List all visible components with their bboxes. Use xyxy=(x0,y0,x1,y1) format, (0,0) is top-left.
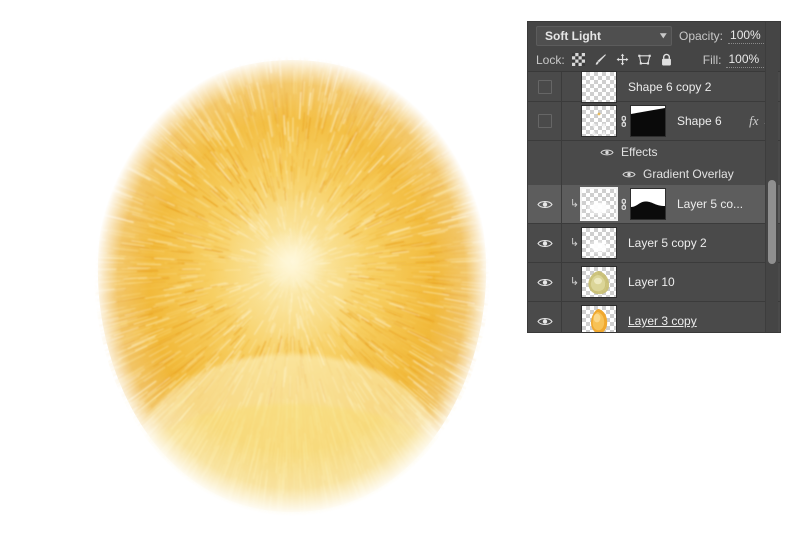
layer-body[interactable]: Shape 6 fx ▾ xyxy=(562,102,780,140)
layer-thumbnail[interactable] xyxy=(581,305,617,332)
layer-body[interactable]: ↳ Layer 5 copy 2 xyxy=(562,224,780,262)
layer-visibility-cell[interactable] xyxy=(528,263,562,301)
lock-icon-group xyxy=(572,53,673,66)
opacity-label: Opacity: xyxy=(679,29,723,43)
table-row[interactable]: Shape 6 copy 2 xyxy=(528,72,780,102)
effect-row-gradient-overlay[interactable]: Gradient Overlay xyxy=(528,163,780,185)
layer-name[interactable]: Layer 3 copy xyxy=(628,314,697,328)
effect-visibility-cell[interactable] xyxy=(528,163,562,185)
lock-all-icon[interactable] xyxy=(660,53,673,66)
layer-body[interactable]: Shape 6 copy 2 xyxy=(562,72,780,101)
clipping-mask-arrow-icon: ↳ xyxy=(568,277,581,288)
effects-group-row[interactable]: Effects xyxy=(528,141,780,163)
layer-visibility-cell[interactable] xyxy=(528,72,562,101)
lock-label: Lock: xyxy=(536,53,565,67)
table-row[interactable]: ↳ xyxy=(528,185,780,224)
layer-thumbnail[interactable] xyxy=(581,71,617,103)
lock-position-icon[interactable] xyxy=(616,53,629,66)
layer-visibility-cell[interactable] xyxy=(528,185,562,223)
eye-icon[interactable] xyxy=(600,148,614,157)
fill-label: Fill: xyxy=(703,53,722,67)
blend-mode-row: Soft Light ▾ Opacity: 100% ▾ xyxy=(528,22,780,48)
layer-name[interactable]: Shape 6 xyxy=(677,114,722,128)
layer-mask-thumbnail[interactable] xyxy=(630,105,666,137)
layer-visibility-cell[interactable] xyxy=(528,224,562,262)
layer-name[interactable]: Shape 6 copy 2 xyxy=(628,80,711,94)
eye-icon-off[interactable] xyxy=(538,114,552,128)
clipping-mask-arrow-icon: ↳ xyxy=(568,199,581,210)
layer-visibility-cell[interactable] xyxy=(528,302,562,332)
eye-icon[interactable] xyxy=(537,199,553,210)
effects-visibility-cell[interactable] xyxy=(528,141,562,163)
eye-icon[interactable] xyxy=(537,316,553,327)
lock-row: Lock: xyxy=(528,48,780,72)
furry-golden-blob-artwork xyxy=(82,52,502,522)
layer-thumbnail[interactable] xyxy=(581,188,617,220)
opacity-input[interactable]: 100% xyxy=(728,28,766,44)
layer-name[interactable]: Layer 10 xyxy=(628,275,675,289)
eye-icon[interactable] xyxy=(537,238,553,249)
link-icon[interactable] xyxy=(617,115,630,128)
eye-icon[interactable] xyxy=(622,170,636,179)
chevron-down-icon: ▾ xyxy=(661,31,667,40)
layer-name[interactable]: Layer 5 copy 2 xyxy=(628,236,707,250)
table-row[interactable]: ↳ Layer 10 xyxy=(528,263,780,302)
layers-panel-options: Soft Light ▾ Opacity: 100% ▾ Lock: xyxy=(528,22,780,72)
layer-name[interactable]: Layer 5 co... xyxy=(677,197,743,211)
layer-thumbnail[interactable] xyxy=(581,266,617,298)
table-row[interactable]: Layer 3 copy xyxy=(528,302,780,332)
layer-mask-thumbnail[interactable] xyxy=(630,188,666,220)
layer-thumbnail[interactable] xyxy=(581,227,617,259)
table-row[interactable]: ↳ Layer 5 copy 2 xyxy=(528,224,780,263)
link-icon[interactable] xyxy=(617,198,630,211)
lock-transparent-pixels-icon[interactable] xyxy=(572,53,585,66)
layer-thumbnail[interactable] xyxy=(581,105,617,137)
layer-visibility-cell[interactable] xyxy=(528,102,562,140)
clipping-mask-arrow-icon: ↳ xyxy=(568,238,581,249)
layer-body[interactable]: ↳ Layer 10 xyxy=(562,263,780,301)
opacity-group: Opacity: 100% ▾ xyxy=(679,28,776,44)
blend-mode-value: Soft Light xyxy=(545,29,601,43)
lock-image-pixels-icon[interactable] xyxy=(594,53,607,66)
fill-input[interactable]: 100% xyxy=(726,52,764,68)
effect-label: Gradient Overlay xyxy=(643,167,734,181)
effect-body[interactable]: Gradient Overlay xyxy=(562,167,734,181)
effects-label: Effects xyxy=(621,145,657,159)
eye-icon-off[interactable] xyxy=(538,80,552,94)
layer-body[interactable]: Layer 3 copy xyxy=(562,302,780,332)
eye-icon[interactable] xyxy=(537,277,553,288)
fill-group: Fill: 100% ▾ xyxy=(703,52,774,68)
layers-scrollbar[interactable] xyxy=(765,22,778,332)
lock-artboard-nesting-icon[interactable] xyxy=(638,53,651,66)
fx-icon[interactable]: fx xyxy=(749,113,758,129)
effects-body[interactable]: Effects xyxy=(562,145,657,159)
layer-list[interactable]: Shape 6 copy 2 xyxy=(528,72,780,332)
table-row[interactable]: Shape 6 fx ▾ xyxy=(528,102,780,141)
blend-mode-select[interactable]: Soft Light ▾ xyxy=(536,26,672,46)
scrollbar-thumb[interactable] xyxy=(768,180,776,264)
layers-panel[interactable]: Soft Light ▾ Opacity: 100% ▾ Lock: xyxy=(528,22,780,332)
layer-body[interactable]: ↳ xyxy=(562,185,780,223)
